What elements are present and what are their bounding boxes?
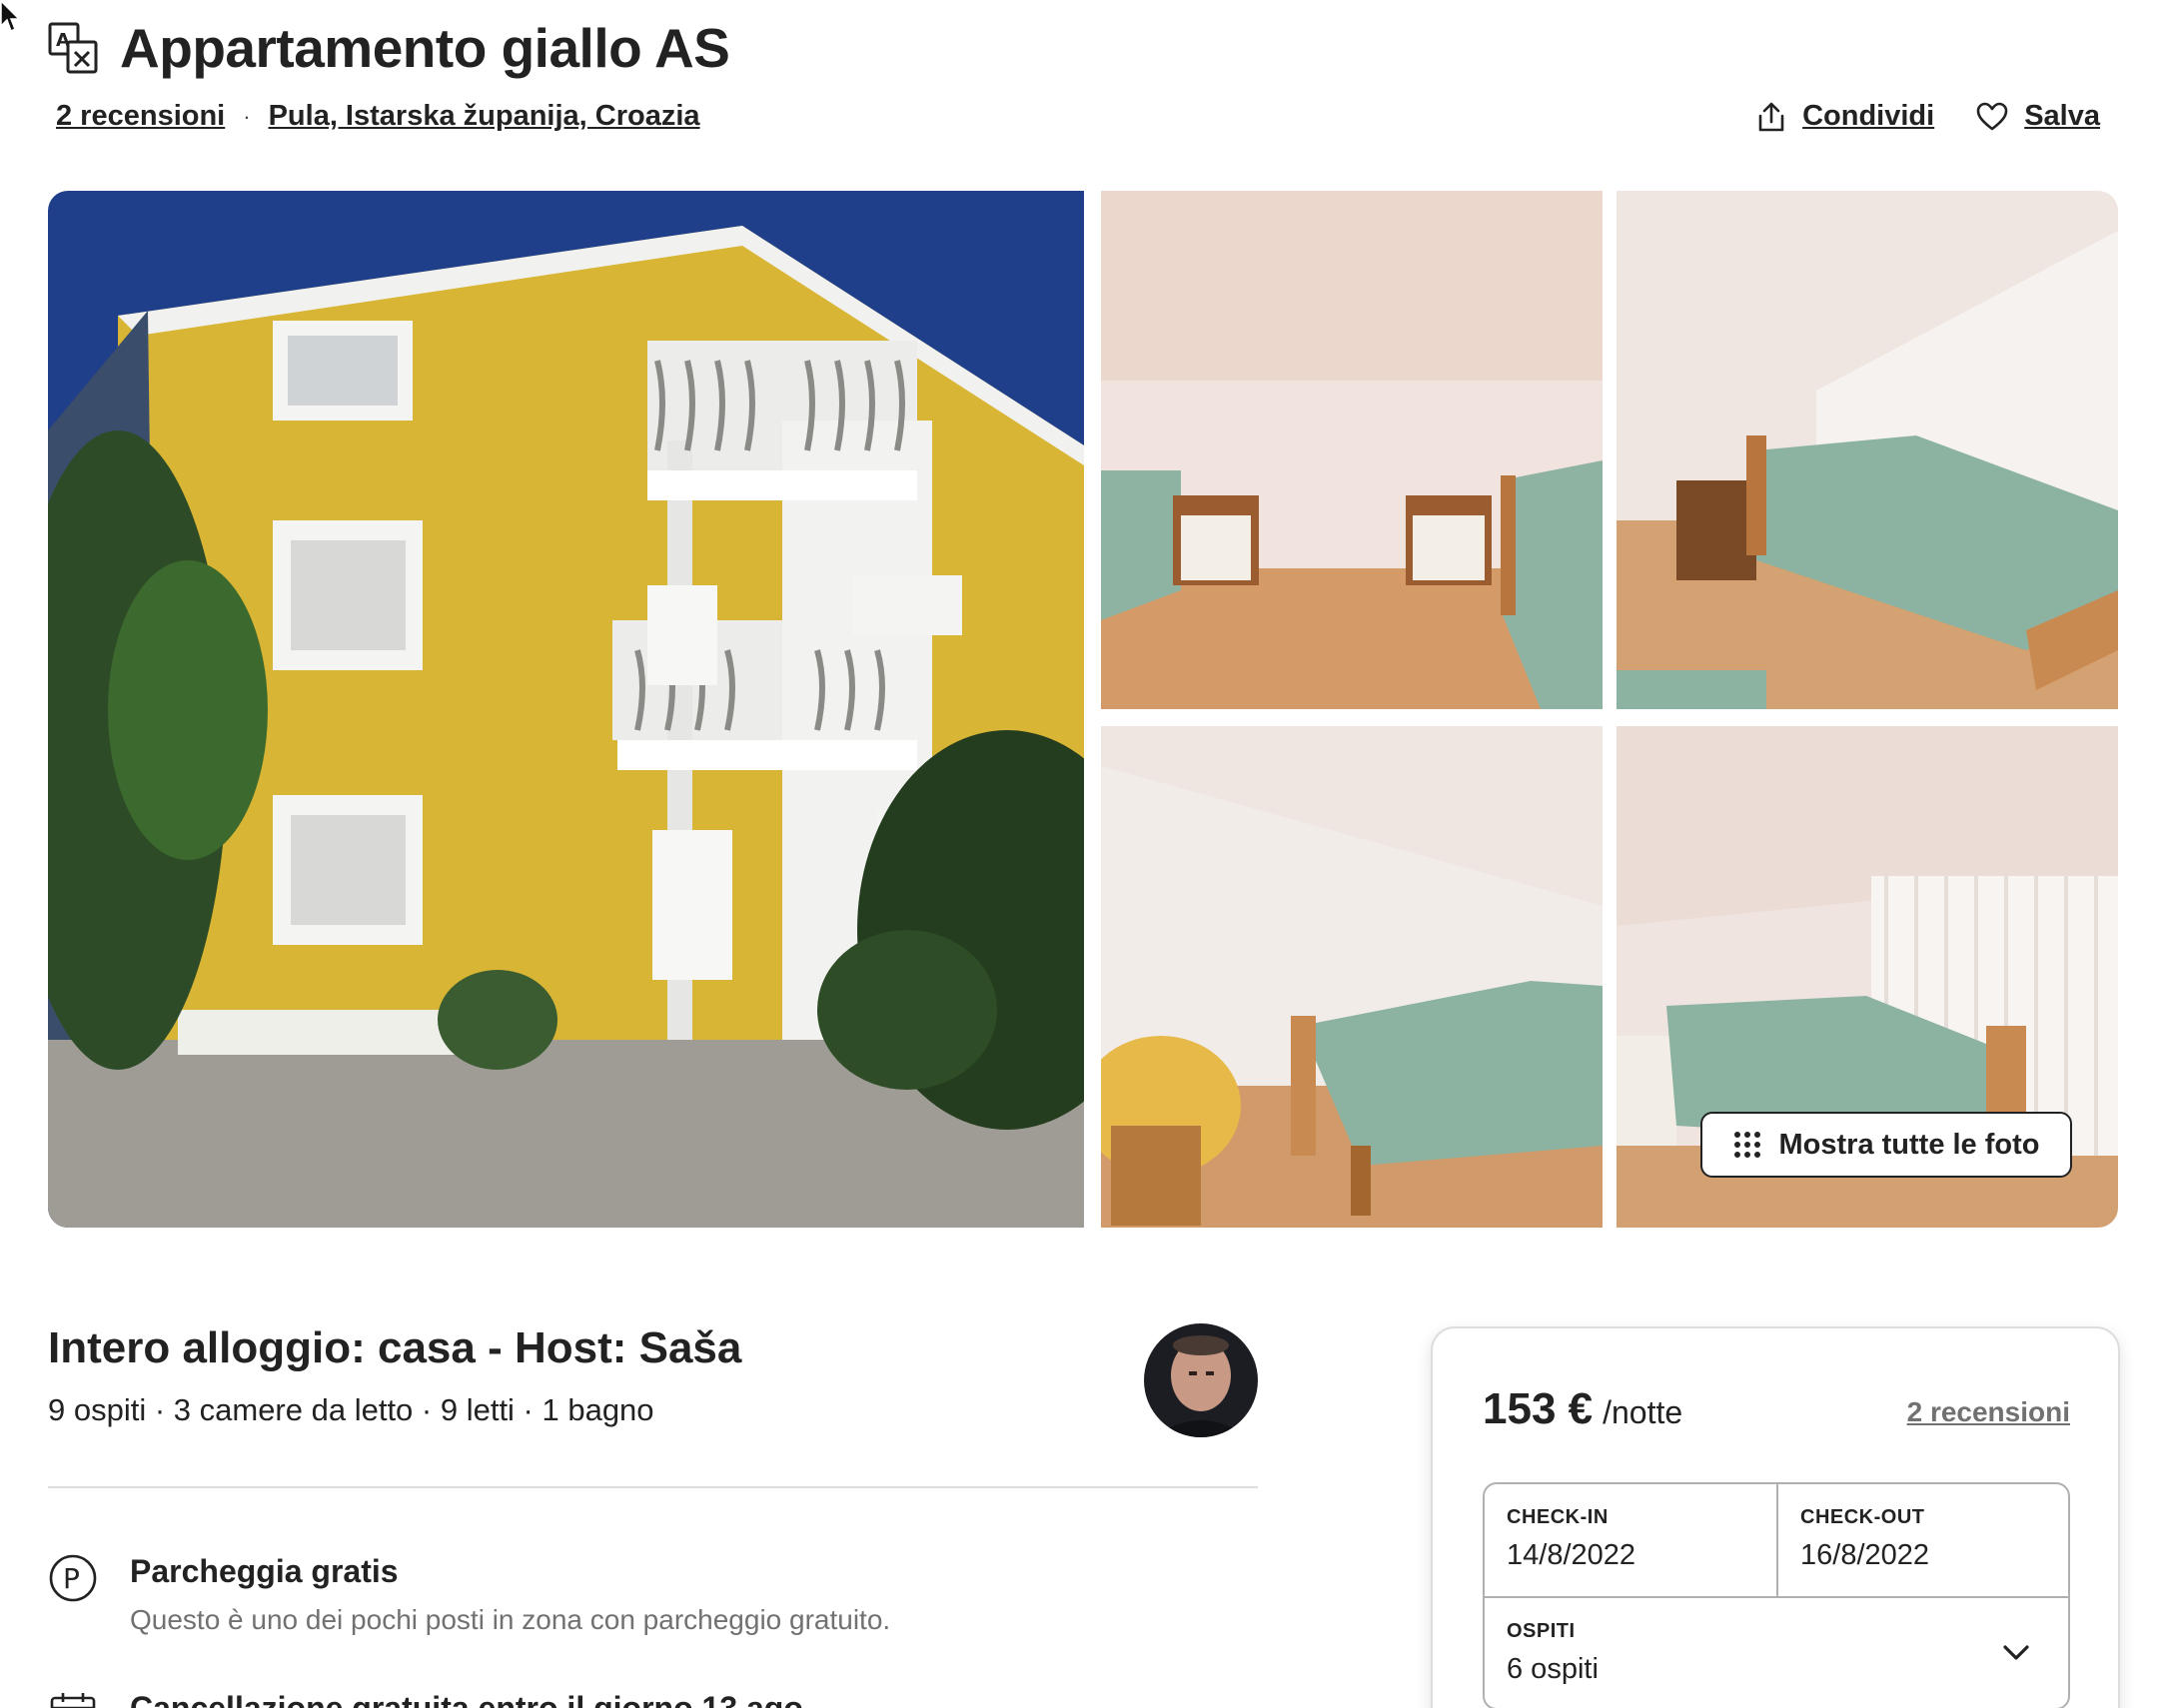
translate-icon[interactable]: A: [48, 22, 98, 74]
guests-label: OSPITI: [1507, 1620, 1576, 1642]
listing-title: Intero alloggio: casa - Host: Saša: [48, 1323, 742, 1372]
mouse-cursor-icon: [0, 0, 21, 33]
listing-details: 9 ospiti · 3 camere da letto · 9 letti ·…: [48, 1392, 654, 1427]
price-row: 153 € /notte: [1483, 1384, 1682, 1434]
main-photo-house-exterior[interactable]: [48, 191, 1084, 1228]
host-photo: [1144, 1323, 1258, 1437]
photo-bedroom-3[interactable]: [1101, 726, 1603, 1228]
checkin-label: CHECK-IN: [1507, 1506, 1609, 1528]
meta-separator: ·: [243, 103, 251, 129]
parking-icon: P: [49, 1554, 97, 1602]
feature-free-cancellation: Cancellazione gratuita entro il giorno 1…: [48, 1690, 812, 1708]
photo-gallery: [48, 191, 2118, 1228]
host-avatar[interactable]: [1144, 1323, 1258, 1437]
listing-meta: 2 recensioni · Pula, Istarska županija, …: [56, 100, 700, 133]
reviews-link[interactable]: 2 recensioni: [56, 100, 225, 133]
title-row: A Appartamento giallo AS: [48, 17, 730, 79]
save-button[interactable]: Salva: [1976, 100, 2100, 133]
bedroom-image: [1101, 726, 1603, 1228]
svg-text:P: P: [63, 1562, 80, 1595]
save-label: Salva: [2024, 100, 2100, 132]
per-night-label: /notte: [1603, 1394, 1683, 1430]
feature-description: Questo è uno dei pochi posti in zona con…: [130, 1604, 891, 1635]
header-actions: Condividi Salva: [1714, 100, 2100, 133]
checkout-label: CHECK-OUT: [1800, 1506, 1925, 1528]
photo-bedroom-1[interactable]: [1101, 191, 1603, 709]
show-all-photos-button[interactable]: Mostra tutte le foto: [1700, 1112, 2072, 1178]
share-button[interactable]: Condividi: [1756, 100, 1934, 133]
grid-icon: [1733, 1132, 1760, 1158]
bedroom-image: [1101, 191, 1603, 709]
calendar-icon: [50, 1693, 96, 1708]
checkin-field[interactable]: CHECK-IN 14/8/2022: [1485, 1484, 1778, 1596]
show-all-photos-label: Mostra tutte le foto: [1778, 1128, 2040, 1161]
feature-title: Parcheggia gratis: [130, 1553, 399, 1589]
nightly-price: 153 €: [1483, 1384, 1594, 1433]
share-icon: [1758, 102, 1784, 131]
house-exterior-image: [48, 191, 1084, 1228]
feature-free-parking: P Parcheggia gratis Questo è uno dei poc…: [48, 1553, 890, 1636]
guests-value: 6 ospiti: [1507, 1653, 1599, 1685]
share-label: Condividi: [1802, 100, 1935, 132]
checkout-field[interactable]: CHECK-OUT 16/8/2022: [1778, 1484, 2070, 1596]
location-link[interactable]: Pula, Istarska županija, Croazia: [269, 100, 700, 133]
page-title: Appartamento giallo AS: [120, 17, 730, 79]
section-divider: [48, 1486, 1258, 1488]
guests-dropdown[interactable]: OSPITI 6 ospiti: [1485, 1596, 2070, 1708]
booking-reviews-link[interactable]: 2 recensioni: [1907, 1396, 2070, 1428]
feature-title: Cancellazione gratuita entro il giorno 1…: [130, 1690, 812, 1708]
photo-bedroom-2[interactable]: [1617, 191, 2118, 709]
dates-guests-picker: CHECK-IN 14/8/2022 CHECK-OUT 16/8/2022 O…: [1483, 1482, 2070, 1708]
heart-icon: [1976, 102, 2008, 130]
checkout-value: 16/8/2022: [1800, 1539, 1930, 1571]
booking-card: 153 € /notte 2 recensioni CHECK-IN 14/8/…: [1431, 1326, 2120, 1708]
bedroom-image: [1617, 191, 2118, 709]
chevron-down-icon: [2003, 1645, 2029, 1660]
checkin-value: 14/8/2022: [1507, 1539, 1636, 1571]
